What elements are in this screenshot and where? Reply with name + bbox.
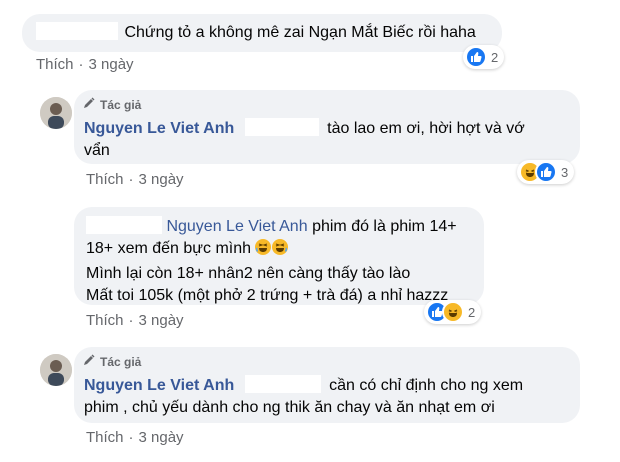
like-button[interactable]: Thích [86,429,124,446]
comment-text-line: Mất toi 105k (một phở 2 trứng + trà đá) … [86,287,449,304]
pencil-icon [82,96,96,113]
author-badge: Tác giả [82,96,141,113]
reaction-count: 2 [491,49,499,65]
pencil-icon [82,353,96,370]
redacted-name [86,216,162,234]
comment-bubble-4: Tác giả Nguyen Le Viet Anh cần có chỉ đị… [74,347,580,423]
timestamp[interactable]: 3 ngày [89,56,134,73]
separator: · [128,312,134,329]
avatar[interactable] [40,97,72,129]
timestamp[interactable]: 3 ngày [139,429,184,446]
comment-text: cần có chỉ định cho ng xem [329,377,524,394]
comment-bubble-1: Chứng tỏ a không mê zai Ngạn Mắt Biếc rồ… [22,14,502,52]
comment-text: phim đó là phim 14+ [312,218,457,235]
separator: · [128,429,134,446]
laughing-emoji-icon [255,238,289,263]
commenter-name[interactable]: Nguyen Le Viet Anh [84,377,234,394]
comment-text-continued: vẩn [84,142,110,159]
comment-text-line: 18+ xem đến bực mình [86,240,252,257]
author-badge: Tác giả [82,353,141,370]
avatar[interactable] [40,354,72,386]
author-label: Tác giả [100,354,142,369]
like-icon [535,161,557,183]
comment-actions: Thích · 3 ngày [86,429,184,446]
reaction-count: 3 [561,164,569,180]
comment-bubble-2: Tác giả Nguyen Le Viet Anh tào lao em ơi… [74,90,580,164]
commenter-name[interactable]: Nguyen Le Viet Anh [84,120,234,137]
haha-icon [442,301,464,323]
author-label: Tác giả [100,97,142,112]
comment-bubble-3: Nguyen Le Viet Anh phim đó là phim 14+ 1… [74,207,484,305]
comment-text: Chứng tỏ a không mê zai Ngạn Mắt Biếc rồ… [124,24,476,41]
reaction-count: 2 [468,304,476,320]
like-button[interactable]: Thích [86,312,124,329]
reaction-summary[interactable]: 2 [463,45,505,69]
redacted-name [244,375,321,393]
comment-actions: Thích · 3 ngày [36,56,134,73]
like-icon [465,46,487,68]
comment-text: tào lao em ơi, hời hợt và vớ [327,120,525,137]
timestamp[interactable]: 3 ngày [139,171,184,188]
redacted-name [36,22,118,40]
redacted-name [244,118,319,136]
commenter-name[interactable]: Nguyen Le Viet Anh [166,218,307,235]
reaction-summary[interactable]: 3 [517,160,575,184]
like-button[interactable]: Thích [86,171,124,188]
separator: · [78,56,84,73]
separator: · [128,171,134,188]
comment-text-continued: phim , chủ yếu dành cho ng thik ăn chay … [84,399,495,416]
reaction-summary[interactable]: 2 [424,300,482,324]
comment-actions: Thích · 3 ngày [86,312,184,329]
comment-text-line: Mình lại còn 18+ nhân2 nên càng thấy tào… [86,265,411,282]
timestamp[interactable]: 3 ngày [139,312,184,329]
comment-actions: Thích · 3 ngày [86,171,184,188]
like-button[interactable]: Thích [36,56,74,73]
